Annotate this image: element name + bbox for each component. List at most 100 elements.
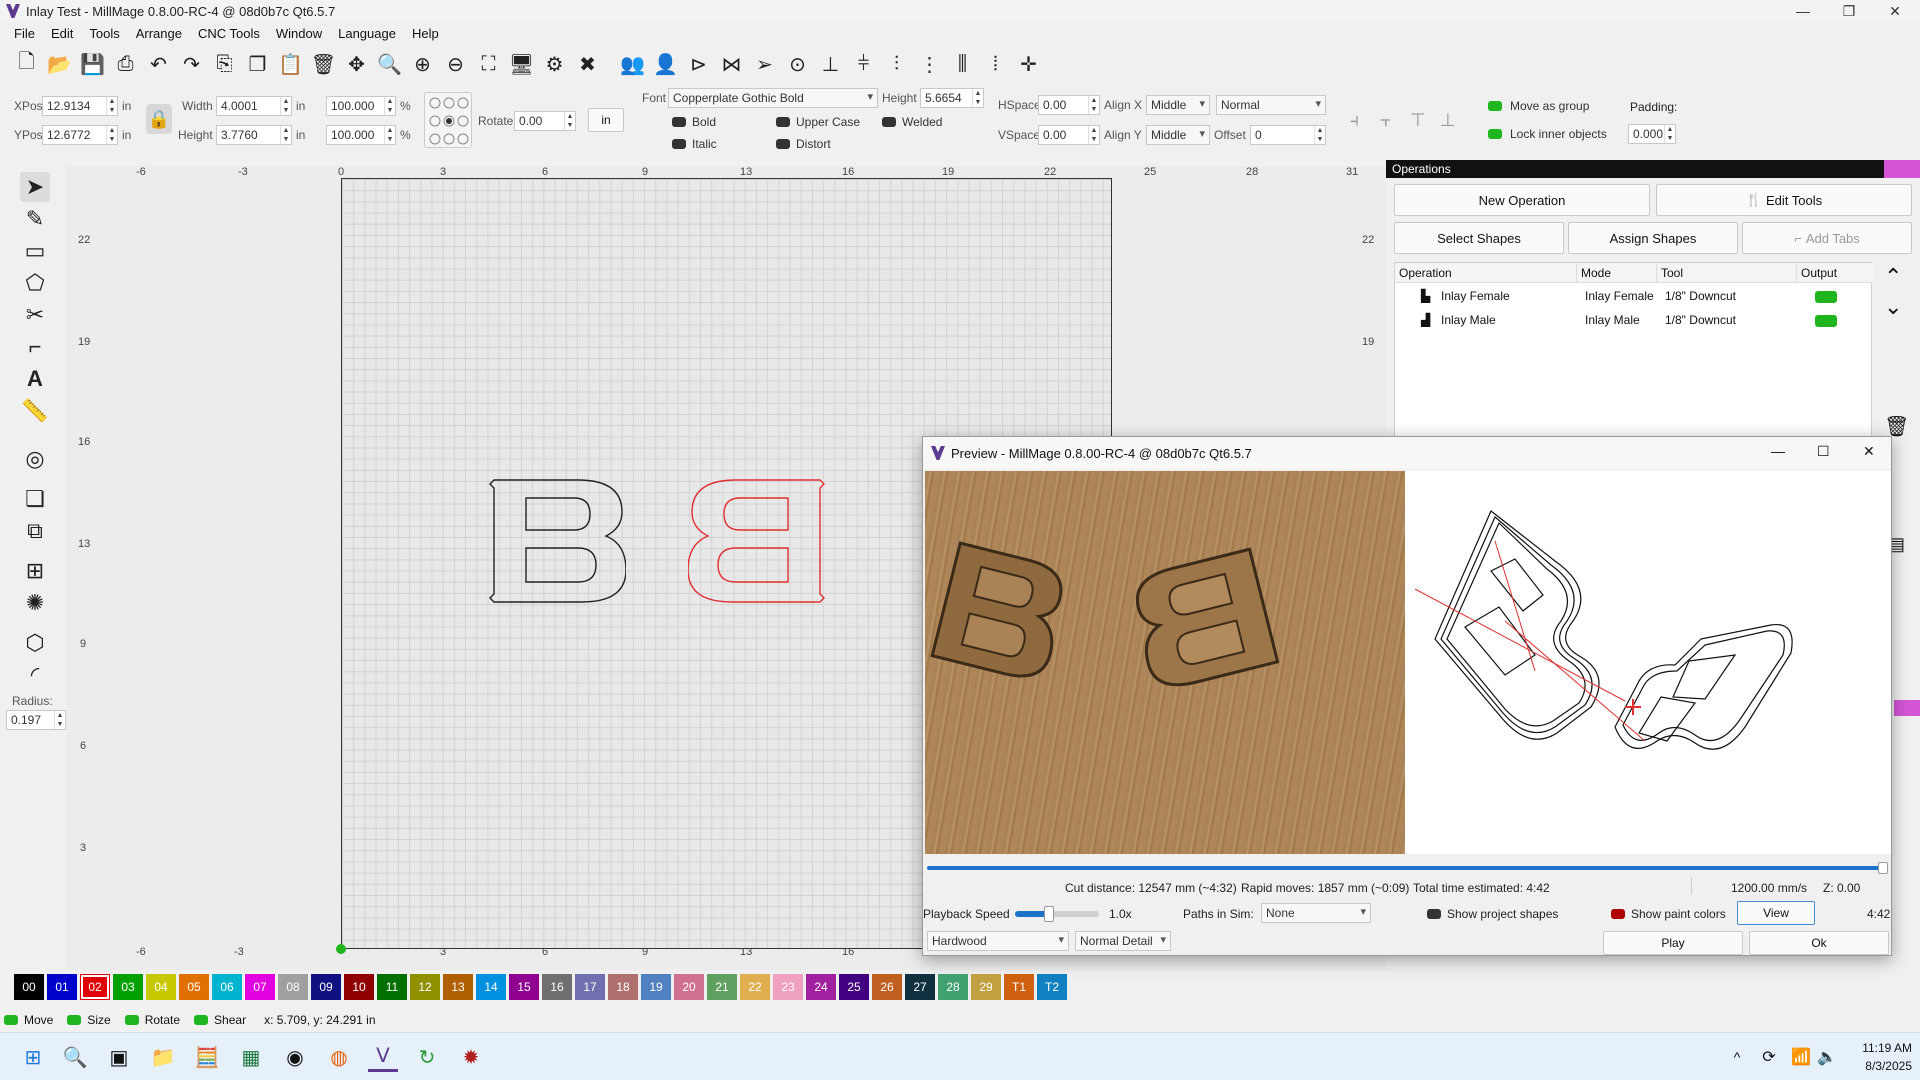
align-x-select[interactable]: Middle [1146,95,1210,115]
color-swatch[interactable]: 04 [146,974,176,1000]
color-swatch[interactable]: 21 [707,974,737,1000]
zoom-fit-icon[interactable]: 🔍 [375,50,404,79]
move-as-group-toggle[interactable] [1488,101,1502,111]
export-icon[interactable]: ⎙ [111,50,140,79]
move-toggle[interactable] [4,1015,18,1025]
show-project-shapes-toggle[interactable] [1427,909,1441,919]
settings-gear-icon[interactable]: ⚙ [540,50,569,79]
lock-inner-toggle[interactable] [1488,129,1502,139]
add-tabs-button[interactable]: ⌐ Add Tabs [1742,222,1912,254]
column-header-output[interactable]: Output [1797,263,1873,283]
preview-close-icon[interactable]: ✕ [1863,443,1875,460]
upper-case-toggle[interactable] [776,117,790,127]
width-input[interactable]: 4.0001 ▲ ▼ [216,96,292,116]
radius-input[interactable]: 0.197 ▲ ▼ [6,710,66,730]
panel-close-icon[interactable] [1884,160,1920,178]
color-swatch[interactable]: 24 [806,974,836,1000]
align-y-select[interactable]: Middle [1146,125,1210,145]
column-header-mode[interactable]: Mode [1577,263,1657,283]
color-swatch[interactable]: 25 [839,974,869,1000]
align-vertical-icon[interactable]: ⫩ [849,50,878,79]
select-arrow-icon[interactable]: ➤ [20,172,50,202]
circle-icon[interactable]: ◎ [20,444,50,474]
material-select[interactable]: Hardwood [927,931,1069,951]
align-top-icon[interactable]: ⊤ [1410,110,1426,131]
lock-aspect-icon[interactable]: 🔒 [146,104,172,134]
new-operation-button[interactable]: New Operation [1394,184,1650,216]
rectangle-icon[interactable]: ▭ [20,236,50,266]
menu-help[interactable]: Help [404,26,447,41]
progress-handle[interactable] [1878,862,1888,874]
side-panel-tab[interactable] [1894,700,1920,716]
color-swatch[interactable]: 29 [971,974,1001,1000]
pen-icon[interactable]: ✎ [20,204,50,234]
color-swatch[interactable]: 12 [410,974,440,1000]
ok-button[interactable]: Ok [1749,931,1889,955]
hspace-input[interactable]: 0.00 ▲ ▼ [1038,95,1100,115]
show-paint-colors-toggle[interactable] [1611,909,1625,919]
send-icon[interactable]: ➢ [750,50,779,79]
close-icon[interactable]: ✕ [1872,0,1918,22]
preview-maximize-icon[interactable]: ☐ [1817,443,1830,460]
color-swatch[interactable]: 26 [872,974,902,1000]
units-toggle-button[interactable]: in [588,108,624,132]
grid-array-icon[interactable]: ⊞ [20,556,50,586]
tray-expand-icon[interactable]: ^ [1722,1042,1752,1072]
menu-cnc-tools[interactable]: CNC Tools [190,26,268,41]
paths-in-sim-select[interactable]: None [1261,903,1371,923]
color-swatch[interactable]: 00 [14,974,44,1000]
color-swatch[interactable]: 14 [476,974,506,1000]
table-row[interactable]: ▙ Inlay Female Inlay Female 1/8" Downcut [1395,285,1873,309]
move-icon[interactable]: ✥ [342,50,371,79]
sync-icon[interactable]: ⟳ [1754,1042,1784,1072]
align-bottom-icon[interactable]: ⊥ [1440,110,1456,131]
flip-horizontal-icon[interactable]: ⊳ [684,50,713,79]
color-swatch[interactable]: 07 [245,974,275,1000]
shape-letter-b-black[interactable] [486,470,626,610]
color-swatch[interactable]: 05 [179,974,209,1000]
color-swatch[interactable]: 03 [113,974,143,1000]
tabs-icon[interactable]: ⬡ [20,628,50,658]
new-file-icon[interactable]: 🗋 [12,50,41,79]
volume-icon[interactable]: 🔈 [1812,1042,1842,1072]
ungroup-icon[interactable]: 👤 [651,50,680,79]
align-left-icon[interactable]: ⫞ [1350,110,1359,131]
playback-speed-slider[interactable] [1015,906,1099,922]
color-swatch[interactable]: 28 [938,974,968,1000]
color-swatch[interactable]: T2 [1037,974,1067,1000]
minimize-icon[interactable]: — [1780,0,1826,22]
color-swatch[interactable]: 18 [608,974,638,1000]
scale-height-input[interactable]: 100.000 ▲ ▼ [326,125,396,145]
zoom-out-icon[interactable]: ⊖ [441,50,470,79]
color-swatch[interactable]: 27 [905,974,935,1000]
color-swatch[interactable]: 11 [377,974,407,1000]
simulation-progress-bar[interactable] [927,862,1888,874]
distribute-h-icon[interactable]: ⫶ [882,50,911,79]
text-tool-icon[interactable]: A [20,364,50,394]
xpos-input[interactable]: 12.9134 ▲ ▼ [42,96,118,116]
bold-toggle[interactable] [672,117,686,127]
height-input[interactable]: 3.7760 ▲ ▼ [216,125,292,145]
crop-icon[interactable]: ⌐ [20,332,50,362]
select-shapes-button[interactable]: Select Shapes [1394,222,1564,254]
rotate-input[interactable]: 0.00 ▲ ▼ [514,111,576,131]
group-icon[interactable]: 👥 [618,50,647,79]
space-v-icon[interactable]: ⦙ [981,50,1010,79]
space-h-icon[interactable]: ⫼ [948,50,977,79]
paste-icon[interactable]: 📋 [276,50,305,79]
menu-file[interactable]: File [6,26,43,41]
color-swatch[interactable]: 13 [443,974,473,1000]
font-height-input[interactable]: 5.6654 ▲ ▼ [920,88,984,108]
clock-date[interactable]: 8/3/2025 [1850,1059,1912,1073]
menu-window[interactable]: Window [268,26,330,41]
column-header-tool[interactable]: Tool [1657,263,1797,283]
padding-input[interactable]: 0.000 ▲ ▼ [1628,124,1676,144]
excel-icon[interactable]: ▦ [236,1042,266,1072]
menu-language[interactable]: Language [330,26,404,41]
font-select[interactable]: Copperplate Gothic Bold [668,88,878,108]
scale-width-input[interactable]: 100.000 ▲ ▼ [326,96,396,116]
circular-array-icon[interactable]: ✺ [20,588,50,618]
color-swatch[interactable]: T1 [1004,974,1034,1000]
copy-array-icon[interactable]: ❏ [20,484,50,514]
color-swatch[interactable]: 22 [740,974,770,1000]
